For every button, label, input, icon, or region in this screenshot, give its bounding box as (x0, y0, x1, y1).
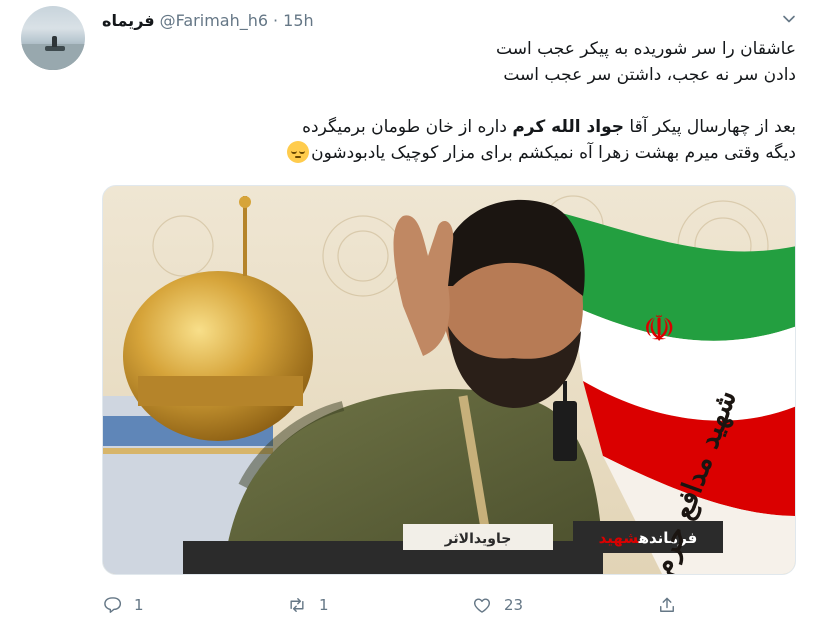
tweet-line-3-bold: جواد الله کرم (512, 117, 625, 137)
media-illustration: ☫ جاویدالاثر فرماندهشهید شهید مدافع حرم (103, 195, 795, 574)
tweet-media-image[interactable]: ☫ جاویدالاثر فرماندهشهید شهید مدافع حرم (102, 185, 796, 575)
tweet-line-2: دادن سر نه عجب، داشتن سر عجب است (503, 65, 796, 85)
flag-emblem: ☫ (643, 309, 675, 350)
pensive-face-emoji (287, 141, 310, 163)
tweet-line-3: بعد از چهارسال پیکر آقا جواد الله کرم دا… (102, 114, 796, 140)
reply-icon (104, 597, 122, 613)
tweet-time[interactable]: 15h (283, 11, 314, 30)
tweet-line-3-after: داره از خان طومان برمیگرده (302, 117, 507, 137)
avatar-person (52, 36, 57, 47)
tweet-line-4-text: دیگه وقتی میرم بهشت زهرا آه نمیکشم برای … (311, 143, 796, 163)
reply-button[interactable]: 1 (102, 592, 144, 618)
tweet-line-3-before: بعد از چهارسال پیکر آقا (629, 117, 796, 137)
label-commander-martyr: شهید (599, 529, 640, 547)
heart-icon (474, 598, 490, 613)
reply-count: 1 (134, 596, 144, 614)
separator-dot: · (273, 10, 279, 30)
like-count: 23 (504, 596, 524, 614)
tweet-text: عاشقان را سر شوریده به پیکر عجب است دادن… (102, 36, 796, 166)
label-javid: جاویدالاثر (444, 531, 512, 547)
share-icon (660, 597, 674, 612)
tweet-actions: 1 1 23 (102, 592, 742, 618)
chevron-down-icon[interactable] (782, 12, 796, 26)
retweet-icon (290, 598, 304, 612)
retweet-button[interactable]: 1 (287, 592, 329, 618)
tweet-line-1: عاشقان را سر شوریده به پیکر عجب است (496, 39, 796, 59)
retweet-count: 1 (319, 596, 329, 614)
like-button[interactable]: 23 (472, 592, 523, 618)
share-button[interactable] (657, 592, 677, 618)
avatar[interactable] (21, 6, 85, 70)
tweet-header: فریماه @Farimah_h6 · 15h (102, 8, 314, 32)
display-name[interactable]: فریماه (102, 11, 155, 30)
user-handle[interactable]: @Farimah_h6 (160, 11, 268, 30)
tweet-line-4: دیگه وقتی میرم بهشت زهرا آه نمیکشم برای … (102, 140, 796, 166)
